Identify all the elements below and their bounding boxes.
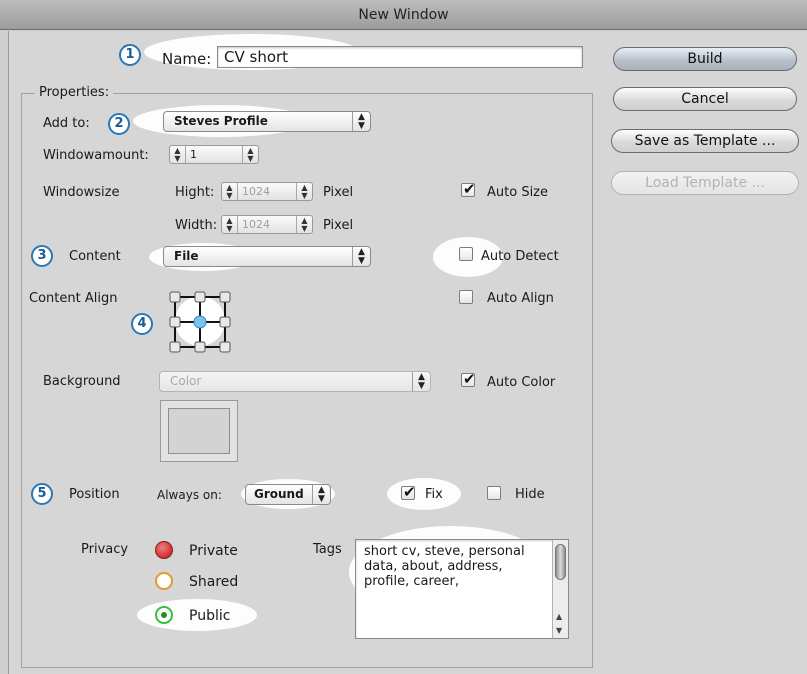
radio-dot: [161, 612, 167, 618]
background-label: Background: [43, 374, 121, 389]
width-unit: Pixel: [323, 218, 354, 233]
name-label: Name:: [162, 50, 212, 68]
privacy-label: Privacy: [81, 542, 129, 557]
scrollbar-thumb[interactable]: [555, 544, 566, 580]
width-label: Width:: [175, 218, 218, 233]
window-title: New Window: [358, 7, 449, 23]
privacy-option-public: Public: [189, 608, 231, 624]
callout-3: 3: [31, 245, 53, 267]
background-value: Color: [170, 374, 202, 388]
height-stepper[interactable]: ▲ ▼ 1024 ▲ ▼: [221, 182, 313, 201]
scroll-up-icon[interactable]: ▲: [556, 612, 562, 621]
privacy-option-shared: Shared: [189, 574, 239, 590]
dialog-content: 1 Name: CV short Build Cancel Save as Te…: [8, 31, 807, 674]
hide-checkbox[interactable]: [487, 486, 501, 500]
tags-scrollbar[interactable]: ▲ ▼: [552, 540, 568, 638]
add-to-label: Add to:: [43, 116, 90, 131]
background-select[interactable]: Color ▲ ▼: [159, 371, 431, 392]
fix-checkbox[interactable]: [401, 483, 416, 501]
content-label: Content: [69, 249, 121, 264]
build-button[interactable]: Build: [613, 47, 797, 71]
content-align-label: Content Align: [29, 291, 118, 306]
height-value: 1024: [242, 185, 270, 198]
tags-label: Tags: [313, 542, 342, 557]
stepper-arrows-icon: ▲ ▼: [222, 183, 238, 200]
always-on-select[interactable]: Ground ▲ ▼: [245, 484, 331, 505]
always-on-label: Always on:: [157, 488, 222, 502]
auto-align-checkbox[interactable]: [459, 290, 473, 304]
auto-detect-label: Auto Detect: [481, 249, 559, 264]
auto-align-label: Auto Align: [487, 291, 554, 306]
hide-label: Hide: [515, 487, 545, 502]
tags-textarea[interactable]: short cv, steve, personal data, about, a…: [355, 539, 569, 639]
stepper-arrows-icon: ▲ ▼: [296, 183, 312, 200]
width-stepper[interactable]: ▲ ▼ 1024 ▲ ▼: [221, 215, 313, 234]
auto-size-label: Auto Size: [487, 185, 549, 200]
callout-5: 5: [31, 483, 53, 505]
height-label: Hight:: [175, 185, 215, 200]
stepper-arrows-icon: ▲ ▼: [222, 216, 238, 233]
privacy-option-private: Private: [189, 543, 238, 559]
windowamount-value: 1: [190, 148, 197, 161]
stepper-arrows-icon: ▲ ▼: [170, 146, 186, 163]
fix-label: Fix: [425, 487, 443, 502]
popup-arrows-icon: ▲ ▼: [352, 112, 370, 131]
height-unit: Pixel: [323, 185, 354, 200]
auto-color-label: Auto Color: [487, 375, 556, 390]
windowamount-label: Windowamount:: [43, 148, 149, 163]
popup-arrows-icon: ▲ ▼: [312, 485, 330, 504]
radio-private[interactable]: [155, 541, 173, 559]
background-color-well[interactable]: [160, 400, 238, 462]
windowamount-stepper[interactable]: ▲ ▼ 1 ▲ ▼: [169, 145, 259, 164]
radio-public[interactable]: [155, 606, 173, 624]
tags-text: short cv, steve, personal data, about, a…: [364, 544, 525, 589]
stepper-arrows-icon: ▲ ▼: [296, 216, 312, 233]
load-template-button[interactable]: Load Template ...: [611, 171, 799, 195]
add-to-select[interactable]: Steves Profile ▲ ▼: [163, 111, 371, 132]
name-field[interactable]: CV short: [217, 46, 583, 68]
auto-size-checkbox[interactable]: [461, 180, 476, 198]
properties-legend: Properties:: [35, 85, 114, 100]
callout-4: 4: [131, 313, 153, 335]
width-value: 1024: [242, 218, 270, 231]
content-select[interactable]: File ▲ ▼: [163, 246, 371, 267]
stepper-arrows-icon: ▲ ▼: [242, 146, 258, 163]
popup-arrows-icon: ▲ ▼: [352, 247, 370, 266]
position-label: Position: [69, 487, 120, 502]
scroll-down-icon[interactable]: ▼: [556, 626, 562, 635]
always-on-value: Ground: [254, 487, 304, 501]
cancel-button[interactable]: Cancel: [613, 87, 797, 111]
callout-1: 1: [119, 44, 141, 66]
content-value: File: [174, 249, 199, 263]
radio-shared[interactable]: [155, 572, 173, 590]
color-swatch: [168, 408, 230, 454]
callout-2: 2: [108, 113, 130, 135]
window-titlebar: New Window: [0, 0, 807, 30]
popup-arrows-icon: ▲ ▼: [412, 372, 430, 391]
save-template-button[interactable]: Save as Template ...: [611, 129, 799, 153]
content-align-grid[interactable]: [165, 289, 235, 359]
add-to-value: Steves Profile: [174, 114, 268, 128]
auto-detect-checkbox[interactable]: [459, 247, 473, 261]
auto-color-checkbox[interactable]: [461, 370, 476, 388]
windowsize-label: Windowsize: [43, 185, 120, 200]
